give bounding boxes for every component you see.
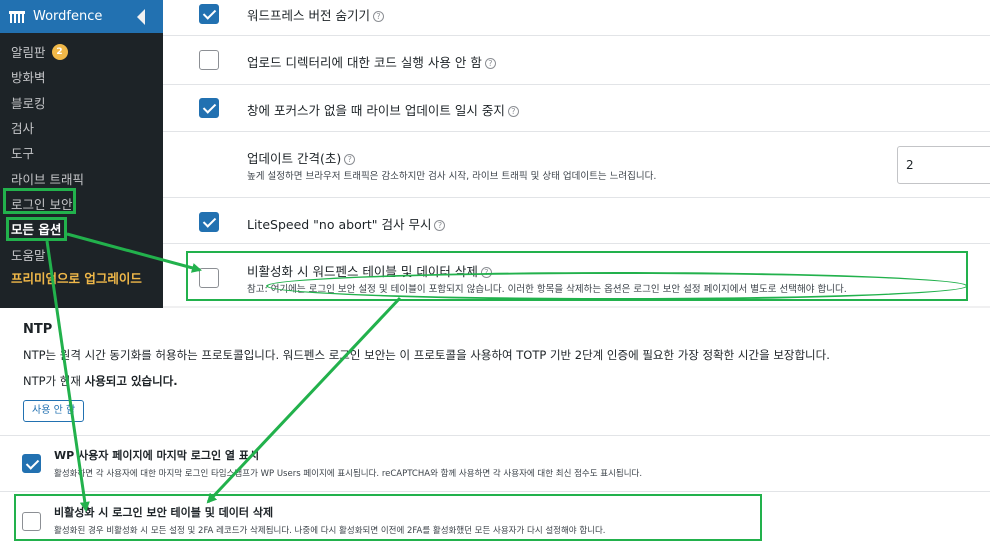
hide-version-checkbox[interactable] <box>199 4 219 24</box>
pause-live-checkbox[interactable] <box>199 98 219 118</box>
last-login-label: WP 사용자 페이지에 마지막 로그인 열 표시 <box>54 449 260 462</box>
ntp-disable-button[interactable]: 사용 안 함 <box>23 400 85 422</box>
update-interval-label: 업데이트 간격(초)? <box>247 148 356 167</box>
divider <box>0 435 990 436</box>
ntp-heading: NTP <box>23 322 53 337</box>
ntp-description: NTP는 원격 시간 동기화를 허용하는 프로토콜입니다. 워드펜스 로그인 보… <box>23 348 830 362</box>
help-icon[interactable]: ? <box>344 154 356 165</box>
litespeed-label: LiteSpeed "no abort" 검사 무시? <box>247 214 446 233</box>
label-text: 업데이트 간격(초) <box>247 151 342 166</box>
update-interval-desc: 높게 설정하면 브라우저 트래픽은 감소하지만 검사 시작, 라이브 트래픽 및… <box>247 171 657 182</box>
upload-exec-checkbox[interactable] <box>199 50 219 70</box>
sidebar-item-help[interactable]: 도움말 <box>0 241 163 266</box>
hide-version-label: 워드프레스 버전 숨기기? <box>247 5 384 24</box>
update-interval-input[interactable]: 2 <box>897 146 990 184</box>
sidebar-item-label: 도움말 <box>11 247 46 263</box>
sidebar-item-blocking[interactable]: 블로킹 <box>0 90 163 115</box>
help-icon[interactable]: ? <box>507 106 519 117</box>
divider <box>0 491 990 492</box>
sidebar-item-label: 블로킹 <box>11 95 46 111</box>
help-icon[interactable]: ? <box>434 220 446 231</box>
last-login-desc: 활성화하면 각 사용자에 대한 마지막 로그인 타임스탬프가 WP Users … <box>54 469 643 479</box>
highlight-all-options <box>6 217 67 241</box>
option-row-hide-version: 워드프레스 버전 숨기기? <box>163 0 990 36</box>
brand-label: Wordfence <box>33 9 103 24</box>
highlight-note-ellipse <box>266 272 968 300</box>
ntp-status: NTP가 현재 사용되고 있습니다. <box>23 373 178 389</box>
sidebar-item-label: 라이브 트래픽 <box>11 171 84 187</box>
option-row-upload-exec: 업로드 디렉터리에 대한 코드 실행 사용 안 함? <box>163 36 990 85</box>
sidebar-item-label: 도구 <box>11 146 35 162</box>
sidebar-item-tools[interactable]: 도구 <box>0 140 163 165</box>
label-text: 워드프레스 버전 숨기기 <box>247 8 370 23</box>
sidebar-item-dashboard[interactable]: 알림판 2 <box>0 39 163 64</box>
label-text: LiteSpeed "no abort" 검사 무시 <box>247 217 432 232</box>
litespeed-checkbox[interactable] <box>199 212 219 232</box>
wordfence-menu-header[interactable]: Wordfence <box>0 0 163 33</box>
help-icon[interactable]: ? <box>372 11 384 22</box>
upload-exec-label: 업로드 디렉터리에 대한 코드 실행 사용 안 함? <box>247 52 496 71</box>
highlight-login-security <box>3 188 76 214</box>
label-text: 창에 포커스가 없을 때 라이브 업데이트 일시 중지 <box>247 103 505 118</box>
sidebar-item-label: 방화벽 <box>11 70 46 86</box>
ntp-status-value: 사용되고 있습니다. <box>84 374 178 388</box>
pause-live-label: 창에 포커스가 없을 때 라이브 업데이트 일시 중지? <box>247 100 519 119</box>
sidebar-item-upgrade[interactable]: 프리미엄으로 업그레이드 <box>0 267 150 307</box>
option-row-pause-live: 창에 포커스가 없을 때 라이브 업데이트 일시 중지? <box>163 85 990 132</box>
sidebar-item-live-traffic[interactable]: 라이브 트래픽 <box>0 165 163 190</box>
sidebar-item-label: 검사 <box>11 121 35 137</box>
option-row-litespeed: LiteSpeed "no abort" 검사 무시? <box>163 198 990 244</box>
sidebar-item-label: 알림판 <box>11 45 46 61</box>
last-login-checkbox[interactable] <box>22 454 41 473</box>
sidebar-item-firewall[interactable]: 방화벽 <box>0 64 163 89</box>
admin-sidebar: Wordfence 알림판 2 방화벽 블로킹 검사 도구 라이브 트래픽 로그… <box>0 0 163 308</box>
label-text: 업로드 디렉터리에 대한 코드 실행 사용 안 함 <box>247 55 482 70</box>
highlight-delete-login-security-option <box>14 494 762 541</box>
notification-badge: 2 <box>51 43 68 60</box>
wordfence-logo-icon <box>9 10 25 23</box>
option-row-update-interval: 업데이트 간격(초)? 높게 설정하면 브라우저 트래픽은 감소하지만 검사 시… <box>163 132 990 198</box>
sidebar-item-label: 프리미엄으로 업그레이드 <box>11 270 142 286</box>
ntp-status-prefix: NTP가 현재 <box>23 374 85 388</box>
sidebar-item-scan[interactable]: 검사 <box>0 115 163 140</box>
help-icon[interactable]: ? <box>484 58 496 69</box>
